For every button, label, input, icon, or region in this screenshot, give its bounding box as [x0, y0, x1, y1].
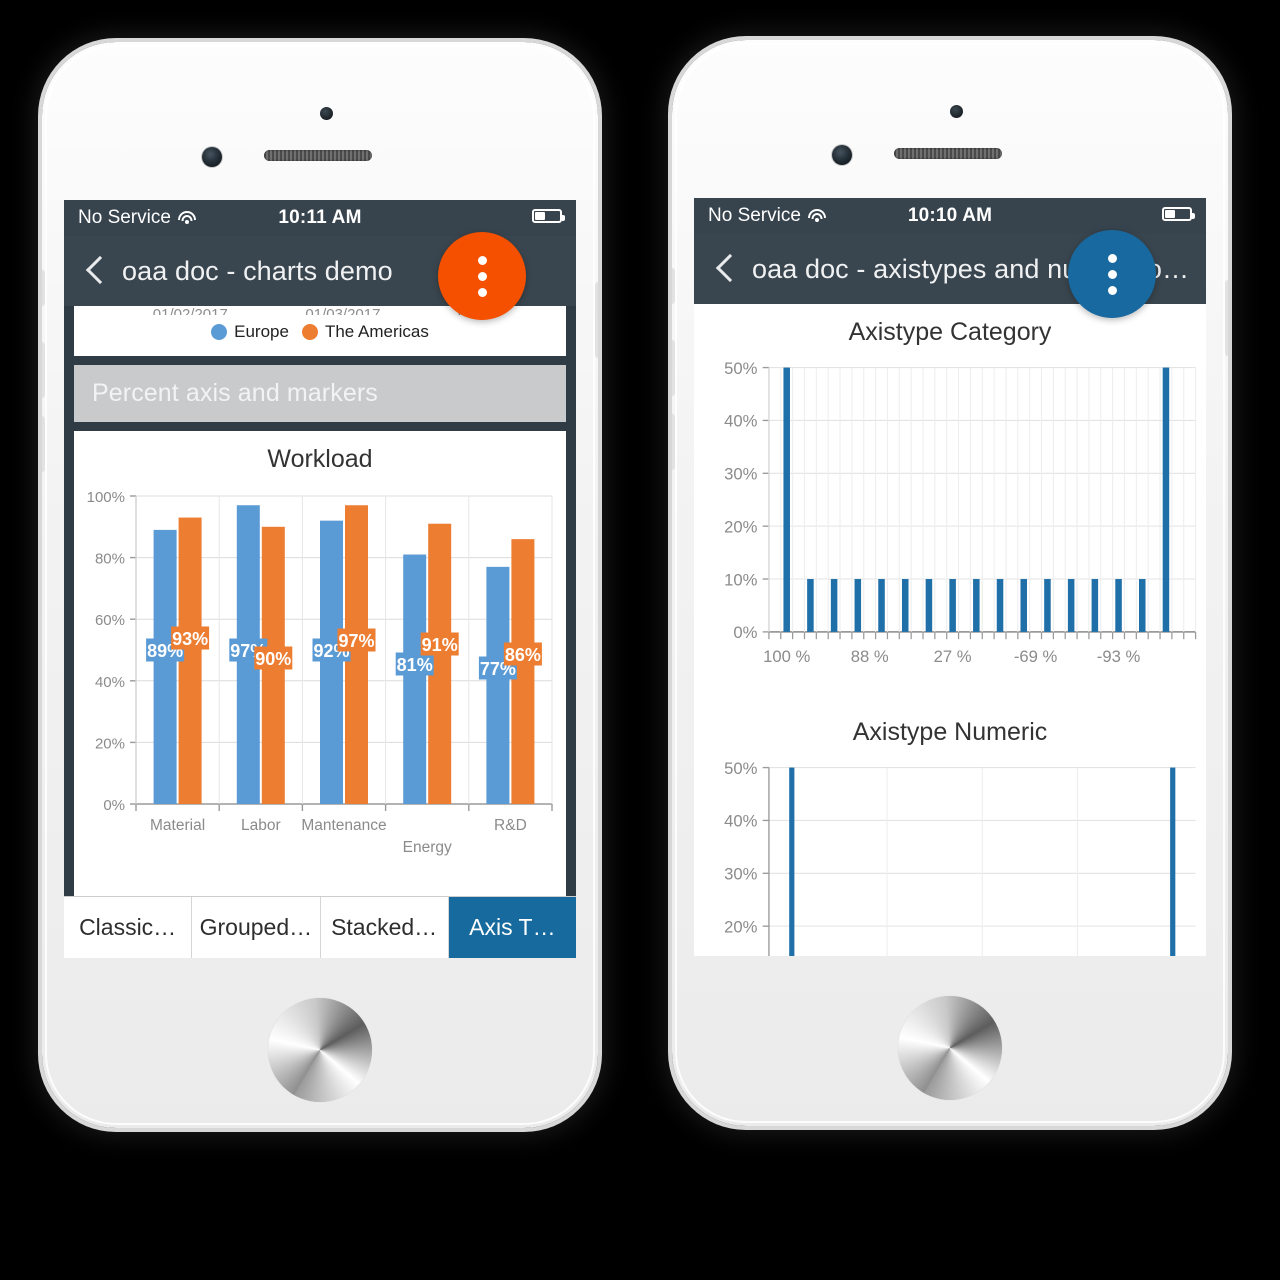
front-camera [832, 145, 852, 165]
legend-swatch [301, 324, 318, 340]
svg-text:Energy: Energy [403, 839, 452, 856]
clock-label: 10:11 AM [278, 207, 362, 228]
power-button[interactable] [1225, 280, 1228, 356]
overflow-menu-icon [477, 255, 487, 265]
power-button[interactable] [595, 282, 598, 358]
overflow-menu-icon [1107, 253, 1117, 263]
volume-down-button[interactable] [42, 416, 45, 472]
date-label: 01/02/2017 [152, 306, 228, 315]
svg-text:90%: 90% [255, 649, 291, 669]
svg-text:50%: 50% [724, 359, 758, 378]
svg-text:40%: 40% [724, 812, 758, 831]
svg-text:30%: 30% [724, 865, 758, 884]
legend-label: Europe [234, 322, 289, 341]
back-chevron-icon[interactable] [704, 248, 746, 290]
home-button[interactable] [898, 996, 1002, 1100]
page-title: oaa doc - charts demo [122, 255, 393, 286]
svg-text:0%: 0% [103, 797, 125, 814]
mute-switch[interactable] [42, 270, 45, 306]
svg-text:80%: 80% [95, 551, 125, 568]
status-bar: No Service 10:11 AM [64, 200, 576, 236]
svg-text:86%: 86% [505, 645, 541, 665]
svg-text:Mantenance: Mantenance [301, 817, 386, 834]
svg-text:40%: 40% [724, 412, 758, 431]
volume-up-button[interactable] [672, 340, 675, 396]
svg-text:91%: 91% [422, 635, 458, 655]
volume-up-button[interactable] [42, 342, 45, 398]
front-camera [202, 147, 222, 167]
tab-bar: Classic… Grouped… Stacked… Axis T… [64, 896, 576, 958]
card-workload-chart: Workload 0% 20% 40% 60% 80% 100% Material Labor… [74, 431, 566, 942]
tab-stacked[interactable]: Stacked… [321, 897, 449, 958]
chart-title-axistype-numeric: Axistype Numeric [852, 718, 1048, 747]
phone-right: No Service 10:10 AM oaa doc - axistypes … [672, 40, 1228, 1126]
section-header-percent-axis: Percent axis and markers [74, 365, 566, 422]
proximity-sensor [320, 107, 333, 120]
screen-right: No Service 10:10 AM oaa doc - axistypes … [694, 198, 1206, 956]
svg-text:Labor: Labor [241, 817, 281, 834]
proximity-sensor [950, 105, 963, 118]
legend-swatch [211, 324, 228, 340]
tab-axis-types[interactable]: Axis T… [448, 897, 576, 958]
chart-title-workload: Workload [267, 445, 373, 473]
svg-text:Material: Material [150, 817, 205, 834]
scroll-content-left[interactable]: 01/02/2017 01/03/2017 01/0 Europe The Am… [64, 306, 576, 958]
battery-icon [1162, 207, 1195, 221]
svg-text:81%: 81% [397, 655, 433, 675]
axistype-numeric-chart: 0%10%20%30%40%50%-100-50050100 [724, 759, 1196, 956]
svg-text:-93 %: -93 % [1097, 647, 1141, 666]
svg-text:20%: 20% [95, 735, 125, 752]
svg-text:100%: 100% [87, 489, 125, 506]
tab-grouped[interactable]: Grouped… [192, 897, 321, 958]
earpiece-speaker [894, 148, 1002, 159]
scroll-content-right[interactable]: Axistype Category 0% 10% 20% 30% 40% 50% 100 %… [694, 304, 1206, 956]
svg-text:100 %: 100 % [763, 647, 810, 666]
back-chevron-icon[interactable] [74, 250, 116, 292]
svg-text:-69 %: -69 % [1014, 647, 1058, 666]
axistype-category-chart: 0% 10% 20% 30% 40% 50% 100 % 88 % 27 % -69 % -93 % [724, 359, 1197, 666]
overflow-menu-fab[interactable] [438, 232, 526, 320]
svg-text:50%: 50% [724, 759, 758, 778]
svg-text:20%: 20% [724, 918, 758, 937]
svg-text:60%: 60% [95, 612, 125, 629]
tab-classic[interactable]: Classic… [64, 897, 193, 958]
mute-switch[interactable] [672, 268, 675, 304]
svg-text:0%: 0% [733, 623, 757, 642]
svg-text:27 %: 27 % [934, 647, 972, 666]
home-button[interactable] [268, 998, 372, 1102]
volume-down-button[interactable] [672, 414, 675, 470]
svg-text:R&D: R&D [494, 817, 527, 834]
legend-partial-chart: Europe The Americas [74, 315, 566, 342]
legend-item: The Americas [301, 322, 429, 342]
svg-text:97%: 97% [338, 631, 374, 651]
clock-label: 10:10 AM [907, 205, 993, 226]
svg-text:93%: 93% [172, 629, 208, 649]
overflow-menu-fab[interactable] [1068, 230, 1156, 318]
screen-left: No Service 10:11 AM oaa doc - charts dem… [64, 200, 576, 958]
status-bar: No Service 10:10 AM [694, 198, 1206, 234]
svg-text:20%: 20% [724, 517, 758, 536]
svg-text:30%: 30% [724, 465, 758, 484]
earpiece-speaker [264, 150, 372, 161]
svg-text:10%: 10% [724, 570, 758, 589]
svg-text:88 %: 88 % [851, 647, 889, 666]
legend-label: The Americas [324, 322, 429, 341]
screenshot-stage: No Service 10:11 AM oaa doc - charts dem… [0, 0, 1280, 1280]
legend-item: Europe [211, 322, 289, 342]
phone-left: No Service 10:11 AM oaa doc - charts dem… [42, 42, 598, 1128]
battery-icon [532, 209, 565, 223]
svg-text:40%: 40% [95, 674, 125, 691]
date-label: 01/03/2017 [305, 306, 381, 315]
workload-chart: 0% 20% 40% 60% 80% 100% Material Labor Mantenanc… [87, 489, 553, 856]
